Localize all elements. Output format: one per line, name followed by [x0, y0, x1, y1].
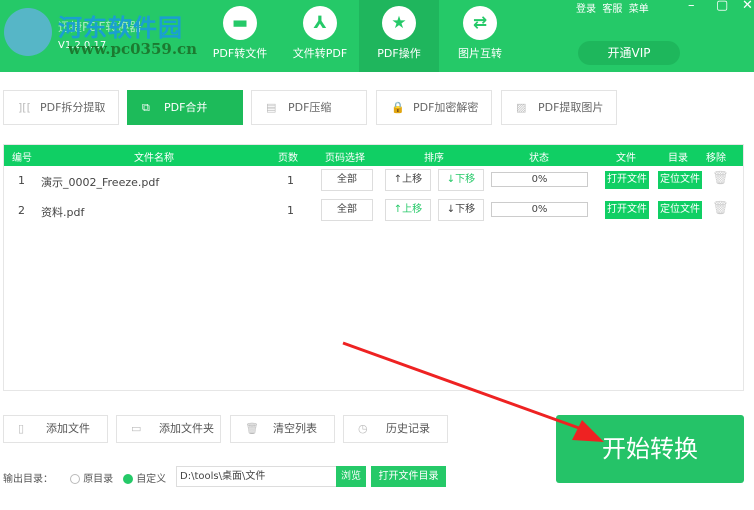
annotation-arrow: [342, 341, 604, 442]
